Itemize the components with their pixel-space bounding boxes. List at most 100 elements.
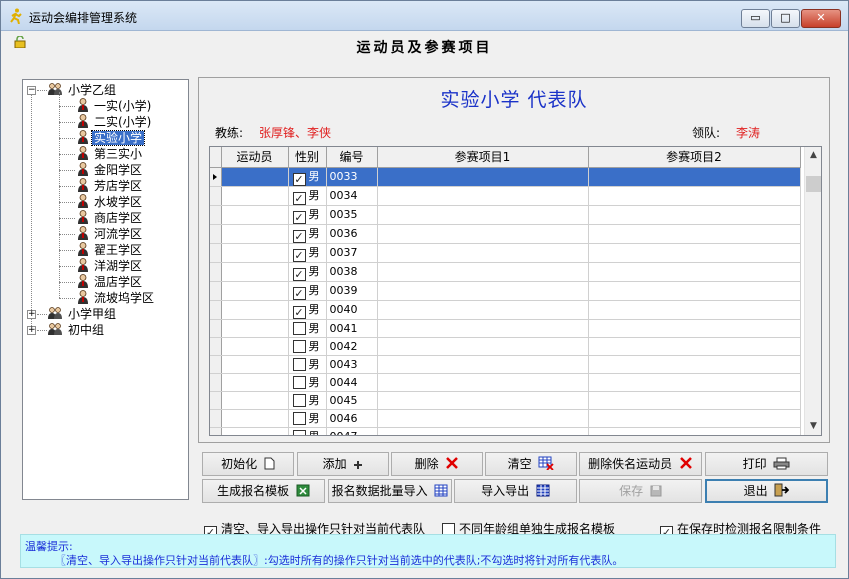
row-checkbox[interactable]: ✓ (292, 267, 306, 280)
tree-item-team[interactable]: 水坡学区 (77, 194, 144, 210)
tree-item-team[interactable]: 洋湖学区 (77, 258, 144, 274)
table-row[interactable]: 男 0041 (210, 319, 801, 338)
cell-gender[interactable]: ✓ 男 (288, 167, 327, 187)
cell-number[interactable]: 0043 (326, 355, 378, 374)
row-header[interactable] (210, 319, 222, 338)
cell-gender[interactable]: 男 (288, 319, 327, 338)
title-bar[interactable]: 运动会编排管理系统 ▭ □ ✕ (1, 1, 848, 31)
cell-event2[interactable] (588, 243, 801, 263)
tree-item-team[interactable]: 二实(小学) (77, 114, 153, 130)
add-button[interactable]: 添加 (297, 452, 389, 476)
tree-item-team[interactable]: 河流学区 (77, 226, 144, 242)
cell-number[interactable]: 0036 (326, 224, 378, 244)
column-header-gender[interactable]: 性别 (288, 147, 327, 168)
cell-event2[interactable] (588, 409, 801, 428)
tree-item-team[interactable]: 翟王学区 (77, 242, 144, 258)
row-header[interactable] (210, 186, 222, 206)
row-checkbox[interactable]: ✓ (292, 248, 306, 261)
table-row[interactable]: ✓ 男 0037 (210, 243, 801, 263)
row-checkbox[interactable]: ✓ (292, 191, 306, 204)
cell-event1[interactable] (377, 319, 589, 338)
cell-event2[interactable] (588, 373, 801, 392)
table-row[interactable]: 男 0045 (210, 391, 801, 410)
cell-event2[interactable] (588, 427, 801, 435)
row-checkbox[interactable] (292, 412, 306, 425)
cell-number[interactable]: 0042 (326, 337, 378, 356)
table-row[interactable]: ✓ 男 0035 (210, 205, 801, 225)
tree-item-team[interactable]: 芳店学区 (77, 178, 144, 194)
tree-item-team[interactable]: 第三实小 (77, 146, 144, 162)
cell-athlete[interactable] (221, 186, 289, 206)
batch-import-button[interactable]: 报名数据批量导入 (328, 479, 452, 503)
cell-event2[interactable] (588, 224, 801, 244)
cell-gender[interactable]: ✓ 男 (288, 262, 327, 282)
row-header[interactable] (210, 205, 222, 225)
import-export-button[interactable]: 导入导出 (454, 479, 577, 503)
cell-athlete[interactable] (221, 281, 289, 301)
cell-gender[interactable]: 男 (288, 373, 327, 392)
tree-toggle-icon[interactable]: + (27, 310, 36, 319)
grid-vertical-scrollbar[interactable]: ▲ ▼ (804, 147, 821, 435)
cell-number[interactable]: 0037 (326, 243, 378, 263)
cell-number[interactable]: 0044 (326, 373, 378, 392)
cell-event2[interactable] (588, 167, 801, 187)
cell-event2[interactable] (588, 262, 801, 282)
cell-event1[interactable] (377, 391, 589, 410)
cell-event1[interactable] (377, 409, 589, 428)
row-header[interactable] (210, 262, 222, 282)
column-header-event2[interactable]: 参赛项目2 (588, 147, 801, 168)
row-header[interactable] (210, 373, 222, 392)
cell-gender[interactable]: 男 (288, 427, 327, 435)
cell-event1[interactable] (377, 337, 589, 356)
cell-event2[interactable] (588, 391, 801, 410)
cell-athlete[interactable] (221, 337, 289, 356)
scroll-thumb[interactable] (806, 176, 821, 192)
cell-event2[interactable] (588, 281, 801, 301)
cell-event1[interactable] (377, 167, 589, 187)
table-row[interactable]: 男 0044 (210, 373, 801, 392)
cell-number[interactable]: 0039 (326, 281, 378, 301)
cell-gender[interactable]: ✓ 男 (288, 281, 327, 301)
minimize-button[interactable]: ▭ (741, 9, 770, 28)
clear-button[interactable]: 清空 (485, 452, 577, 476)
row-header[interactable] (210, 355, 222, 374)
cell-athlete[interactable] (221, 409, 289, 428)
row-header[interactable] (210, 281, 222, 301)
column-header-event1[interactable]: 参赛项目1 (377, 147, 589, 168)
exit-button[interactable]: 退出 (705, 479, 828, 503)
table-row[interactable]: ✓ 男 0038 (210, 262, 801, 282)
delete-button[interactable]: 删除 (391, 452, 483, 476)
cell-gender[interactable]: ✓ 男 (288, 224, 327, 244)
row-header[interactable] (210, 300, 222, 320)
row-header[interactable] (210, 337, 222, 356)
row-checkbox[interactable]: ✓ (292, 286, 306, 299)
row-header[interactable] (210, 391, 222, 410)
row-checkbox[interactable]: ✓ (292, 305, 306, 318)
cell-athlete[interactable] (221, 262, 289, 282)
cell-event1[interactable] (377, 224, 589, 244)
cell-gender[interactable]: 男 (288, 391, 327, 410)
cell-event2[interactable] (588, 319, 801, 338)
cell-gender[interactable]: 男 (288, 409, 327, 428)
row-checkbox[interactable]: ✓ (292, 172, 306, 185)
cell-athlete[interactable] (221, 427, 289, 435)
tree-item-team[interactable]: 流坡坞学区 (77, 290, 156, 306)
column-header-athlete[interactable]: 运动员 (221, 147, 289, 168)
tree-group-2[interactable]: 初中组 (47, 322, 106, 338)
row-checkbox[interactable] (292, 376, 306, 389)
cell-athlete[interactable] (221, 224, 289, 244)
athlete-grid[interactable]: 运动员 性别 编号 参赛项目1 参赛项目2 ✓ 男 0033 ✓ 男 0034 ✓ 男 0035… (209, 146, 822, 436)
cell-athlete[interactable] (221, 373, 289, 392)
row-header[interactable] (210, 224, 222, 244)
row-checkbox[interactable]: ✓ (292, 210, 306, 223)
cell-event1[interactable] (377, 186, 589, 206)
row-checkbox[interactable] (292, 394, 306, 407)
init-button[interactable]: 初始化 (202, 452, 294, 476)
row-header[interactable] (210, 243, 222, 263)
print-button[interactable]: 打印 (705, 452, 828, 476)
tree-item-team[interactable]: 金阳学区 (77, 162, 144, 178)
cell-event1[interactable] (377, 427, 589, 435)
cell-athlete[interactable] (221, 300, 289, 320)
table-row[interactable]: 男 0046 (210, 409, 801, 428)
delete-nameless-button[interactable]: 删除佚名运动员 (579, 452, 702, 476)
